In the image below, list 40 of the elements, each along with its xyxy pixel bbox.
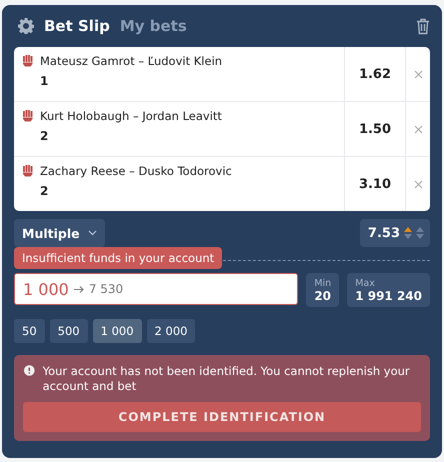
error-tooltip: Insufficient funds in your account xyxy=(14,247,222,269)
max-stake-box[interactable]: Max 1 991 240 xyxy=(347,273,430,307)
tab[interactable]: Bet Slip xyxy=(44,17,110,35)
right-arrow-icon xyxy=(74,286,84,292)
min-value: 20 xyxy=(314,288,332,302)
min-label: Min xyxy=(314,278,332,288)
max-label: Max xyxy=(355,278,376,288)
fist-icon xyxy=(22,164,34,177)
max-value: 1 991 240 xyxy=(355,288,422,302)
min-stake-box[interactable]: Min 20 xyxy=(306,273,340,307)
fist-icon xyxy=(22,109,34,122)
fist-icon xyxy=(22,54,34,67)
close-icon xyxy=(414,124,422,134)
stake-value: 1 000 xyxy=(23,280,69,298)
bet-pick: 1 xyxy=(40,74,50,88)
tab[interactable]: My bets xyxy=(120,17,187,35)
event-name: Mateusz Gamrot – Ľudovit Klein xyxy=(40,54,222,68)
payout-text: 7 530 xyxy=(88,282,124,296)
chevron-down-icon xyxy=(88,230,97,236)
settings-icon[interactable] xyxy=(18,18,34,34)
close-icon xyxy=(414,70,422,78)
event-name: Kurt Holobaugh – Jordan Leavitt xyxy=(40,109,222,123)
bet-pick: 2 xyxy=(40,129,50,143)
warning-icon xyxy=(24,364,35,377)
bet-type-dropdown[interactable]: Multiple xyxy=(14,219,105,247)
close-icon xyxy=(414,180,422,188)
total-odds: 7.53 xyxy=(368,226,400,240)
trash-icon[interactable] xyxy=(416,18,430,34)
quick-stake-chip[interactable]: 1 000 xyxy=(92,319,142,343)
stake-input[interactable]: 1 000 7 530 xyxy=(14,273,298,305)
bet-pick: 2 xyxy=(40,184,50,198)
quick-stake-chip[interactable]: 50 xyxy=(14,319,45,343)
event-name: Zachary Reese – Dusko Todorovic xyxy=(40,164,232,178)
odds-value: 1.50 xyxy=(344,102,406,156)
quick-stake-chip[interactable]: 2 000 xyxy=(146,319,196,343)
quick-stake-chip[interactable]: 500 xyxy=(50,319,88,343)
odds-value: 3.10 xyxy=(344,157,406,211)
alert-message: Your account has not been identified. You cannot replenish your account and bet xyxy=(42,364,411,394)
odds-value: 1.62 xyxy=(344,47,406,101)
sort-arrows-icon xyxy=(416,227,424,239)
